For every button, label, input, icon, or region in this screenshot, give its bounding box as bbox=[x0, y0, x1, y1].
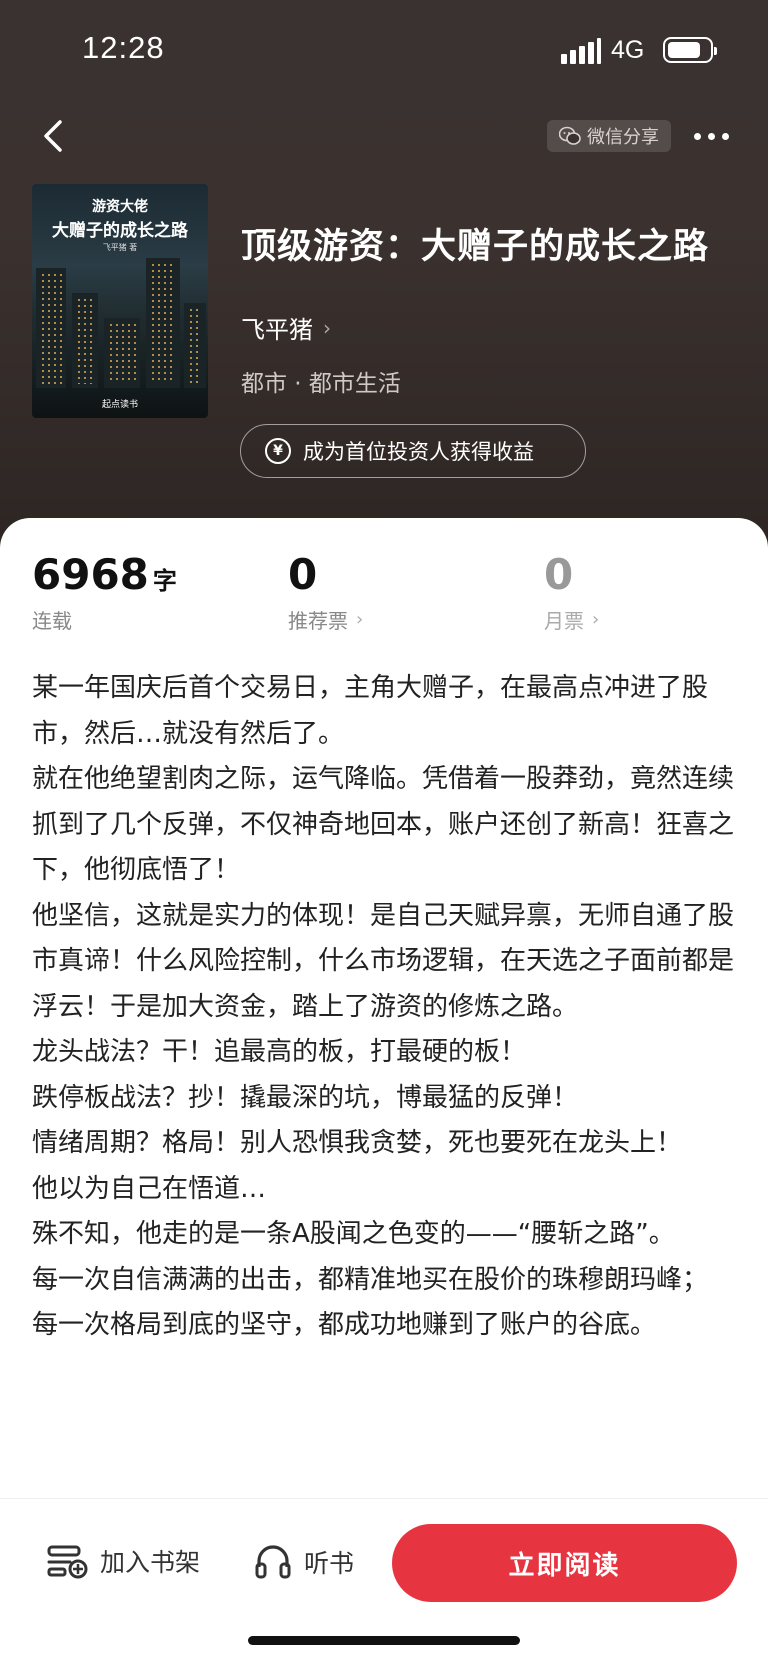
cover-title-line1: 游资大佬 bbox=[92, 199, 148, 215]
headphones-icon bbox=[255, 1545, 291, 1579]
book-genre: 都市 · 都市生活 bbox=[241, 371, 401, 397]
intro-paragraph: 每一次自信满满的出击，都精准地买在股价的珠穆朗玛峰； bbox=[32, 1264, 709, 1295]
serial-status: 连载 bbox=[32, 609, 72, 633]
status-time: 12:28 bbox=[82, 30, 165, 65]
listen-button[interactable]: 听书 bbox=[254, 1543, 354, 1581]
signal-icon bbox=[561, 36, 601, 64]
intro-paragraph: 殊不知，他走的是一条A股闻之色变的——“腰斩之路”。 bbox=[32, 1219, 675, 1249]
intro-paragraph: 某一年国庆后首个交易日，主角大赠子，在最高点冲进了股市，然后…就没有然后了。 bbox=[32, 673, 709, 749]
add-shelf-label: 加入书架 bbox=[100, 1548, 201, 1577]
battery-icon bbox=[663, 37, 717, 63]
chevron-left-icon bbox=[44, 120, 62, 152]
cover-brand: 起点读书 bbox=[101, 400, 138, 410]
intro-paragraph: 他以为自己在悟道… bbox=[32, 1173, 267, 1204]
listen-label: 听书 bbox=[304, 1549, 355, 1578]
bookshelf-add-icon bbox=[47, 1545, 88, 1579]
chevron-right-icon: › bbox=[323, 315, 331, 340]
yen-icon: ¥ bbox=[265, 438, 291, 464]
intro-paragraph: 就在他绝望割肉之际，运气降临。凭借着一股莽劲，竟然连续抓到了几个反弹，不仅神奇地… bbox=[32, 764, 735, 885]
author-name: 飞平猪 bbox=[241, 316, 313, 344]
book-intro[interactable]: 某一年国庆后首个交易日，主角大赠子，在最高点冲进了股市，然后…就没有然后了。 就… bbox=[32, 666, 742, 1498]
invest-button[interactable]: ¥ 成为首位投资人获得收益 bbox=[240, 424, 586, 478]
word-count-stat: 6968 字 连载 bbox=[32, 550, 177, 634]
cover-author: 飞平猪 著 bbox=[102, 243, 138, 252]
invest-label: 成为首位投资人获得收益 bbox=[303, 440, 534, 464]
intro-paragraph: 情绪周期？格局！别人恐惧我贪婪，死也要死在龙头上！ bbox=[32, 1128, 683, 1158]
chevron-right-icon: › bbox=[356, 609, 364, 630]
intro-paragraph: 跌停板战法？抄！撬最深的坑，博最猛的反弹！ bbox=[32, 1082, 579, 1113]
home-indicator bbox=[248, 1636, 520, 1645]
recommend-stat[interactable]: 0 推荐票 › bbox=[288, 550, 363, 634]
author-link[interactable]: 飞平猪 › bbox=[241, 310, 331, 345]
recommend-count: 0 bbox=[288, 550, 318, 599]
network-label: 4G bbox=[611, 36, 645, 64]
add-to-shelf-button[interactable]: 加入书架 bbox=[46, 1543, 200, 1579]
intro-paragraph: 他坚信，这就是实力的体现！是自己天赋异禀，无师自通了股市真谛！什么风险控制，什么… bbox=[32, 900, 735, 1022]
status-bar: 12:28 4G bbox=[0, 0, 768, 100]
word-unit: 字 bbox=[152, 567, 177, 595]
read-now-button[interactable]: 立即阅读 bbox=[392, 1524, 737, 1602]
monthly-stat[interactable]: 0 月票 › bbox=[544, 550, 599, 634]
intro-paragraph: 每一次格局到底的坚守，都成功地赚到了账户的谷底。 bbox=[32, 1310, 657, 1340]
intro-paragraph: 龙头战法？干！追最高的板，打最硬的板！ bbox=[32, 1037, 527, 1067]
more-button[interactable] bbox=[694, 128, 734, 144]
back-button[interactable] bbox=[38, 116, 74, 156]
word-count: 6968 bbox=[32, 550, 149, 599]
share-label: 微信分享 bbox=[587, 127, 659, 148]
chevron-right-icon: › bbox=[592, 609, 600, 630]
book-title: 顶级游资：大赠子的成长之路 bbox=[241, 227, 710, 267]
cover-title-line2: 大赠子的成长之路 bbox=[52, 221, 188, 241]
recommend-label: 推荐票 bbox=[288, 609, 348, 633]
monthly-count: 0 bbox=[544, 550, 574, 599]
book-cover[interactable]: 游资大佬 大赠子的成长之路 飞平猪 著 起点读书 bbox=[32, 184, 208, 418]
wechat-share-button[interactable]: 微信分享 bbox=[547, 120, 671, 152]
monthly-label: 月票 bbox=[544, 609, 584, 633]
wechat-icon bbox=[559, 126, 581, 145]
